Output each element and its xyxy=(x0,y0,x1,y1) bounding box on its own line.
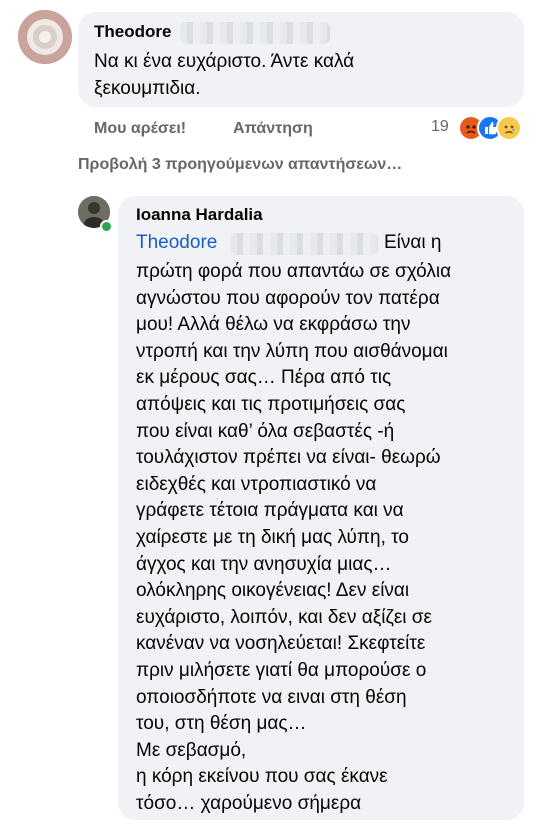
comment-text-line: εκ μέρους σας… Πέρα από τις xyxy=(136,367,392,389)
view-previous-replies-link[interactable]: Προβολή 3 προηγούμενων απαντήσεων… xyxy=(78,156,402,174)
comment-text-line: που είναι καθ’ όλα σεβαστές -ή xyxy=(136,420,395,442)
sad-icon xyxy=(496,115,522,141)
blurred-surname xyxy=(230,233,378,255)
comment-text-line: Με σεβασμό, xyxy=(136,739,247,761)
comment-text-line: ευχάριστο, λοιπόν, και δεν αξίζει σε xyxy=(136,606,432,628)
comment-text-line: μου! Αλλά θέλω να εκφράσω την xyxy=(136,314,411,336)
profile-picture-icon xyxy=(18,10,72,64)
comment-text-line: αγνώστου που αφορούν τον πατέρα xyxy=(136,287,440,309)
comment-text-line: ειδεχθές και ντροπιαστικό να xyxy=(136,473,377,495)
online-status-dot xyxy=(100,220,113,233)
comment-text-line: η κόρη εκείνου που σας έκανε xyxy=(136,766,388,788)
avatar[interactable] xyxy=(18,10,72,64)
comment-text-line: οποιοσδήποτε να ειναι στη θέση xyxy=(136,686,407,708)
comment-text-line: πριν μιλήσετε γιατί θα μπορούσε ο xyxy=(136,659,427,681)
like-link[interactable]: Μου αρέσει! xyxy=(94,120,186,138)
comment-text-line: απόψεις και τις προτιμήσεις σας xyxy=(136,393,406,415)
comment-text: Να κι ένα ευχάριστο. Άντε καλά ξεκουμπιδ… xyxy=(94,48,514,102)
blurred-surname xyxy=(180,22,330,44)
comment-text-line: ολόκληρης οικογένειας! Δεν είναι xyxy=(136,580,410,602)
reactions[interactable] xyxy=(458,115,528,141)
comment-author[interactable]: Ioanna Hardalia xyxy=(136,205,263,225)
mention-link[interactable]: Theodore xyxy=(136,232,217,254)
reply-link[interactable]: Απάντηση xyxy=(233,120,313,138)
comment-text-line: κανέναν να νοσηλεύεται! Σκεφτείτε xyxy=(136,633,426,655)
comment-text-line: Είναι η xyxy=(384,232,442,253)
comment-text-line: χαίρεστε με τη δική μας λύπη, το xyxy=(136,526,409,548)
comment-text: πρώτη φορά που απαντάω σε σχόλια αγνώστου… xyxy=(136,259,522,817)
comment-text-line: γράφετε τέτοια πράγματα και να xyxy=(136,500,404,522)
comment-text-line: τόσο… χαρούμενο σήμερα xyxy=(136,792,362,814)
comment-text-line: του, στη θέση μας… xyxy=(136,713,307,735)
comment-text-line: άγχος και την ανησυχία μιας… xyxy=(136,553,392,575)
comment-text-line: Να κι ένα ευχάριστο. Άντε καλά xyxy=(94,51,355,72)
comment-text-line: ντροπή και την λύπη που αισθάνομαι xyxy=(136,340,448,362)
comment-text-line: πρώτη φορά που απαντάω σε σχόλια xyxy=(136,261,452,282)
reaction-count[interactable]: 19 xyxy=(431,118,449,136)
comment-author[interactable]: Theodore xyxy=(94,22,171,42)
comment-text-line: τουλάχιστον πρέπει να είναι- θεωρώ xyxy=(136,447,441,469)
comment-text-line: ξεκουμπιδια. xyxy=(94,78,201,99)
